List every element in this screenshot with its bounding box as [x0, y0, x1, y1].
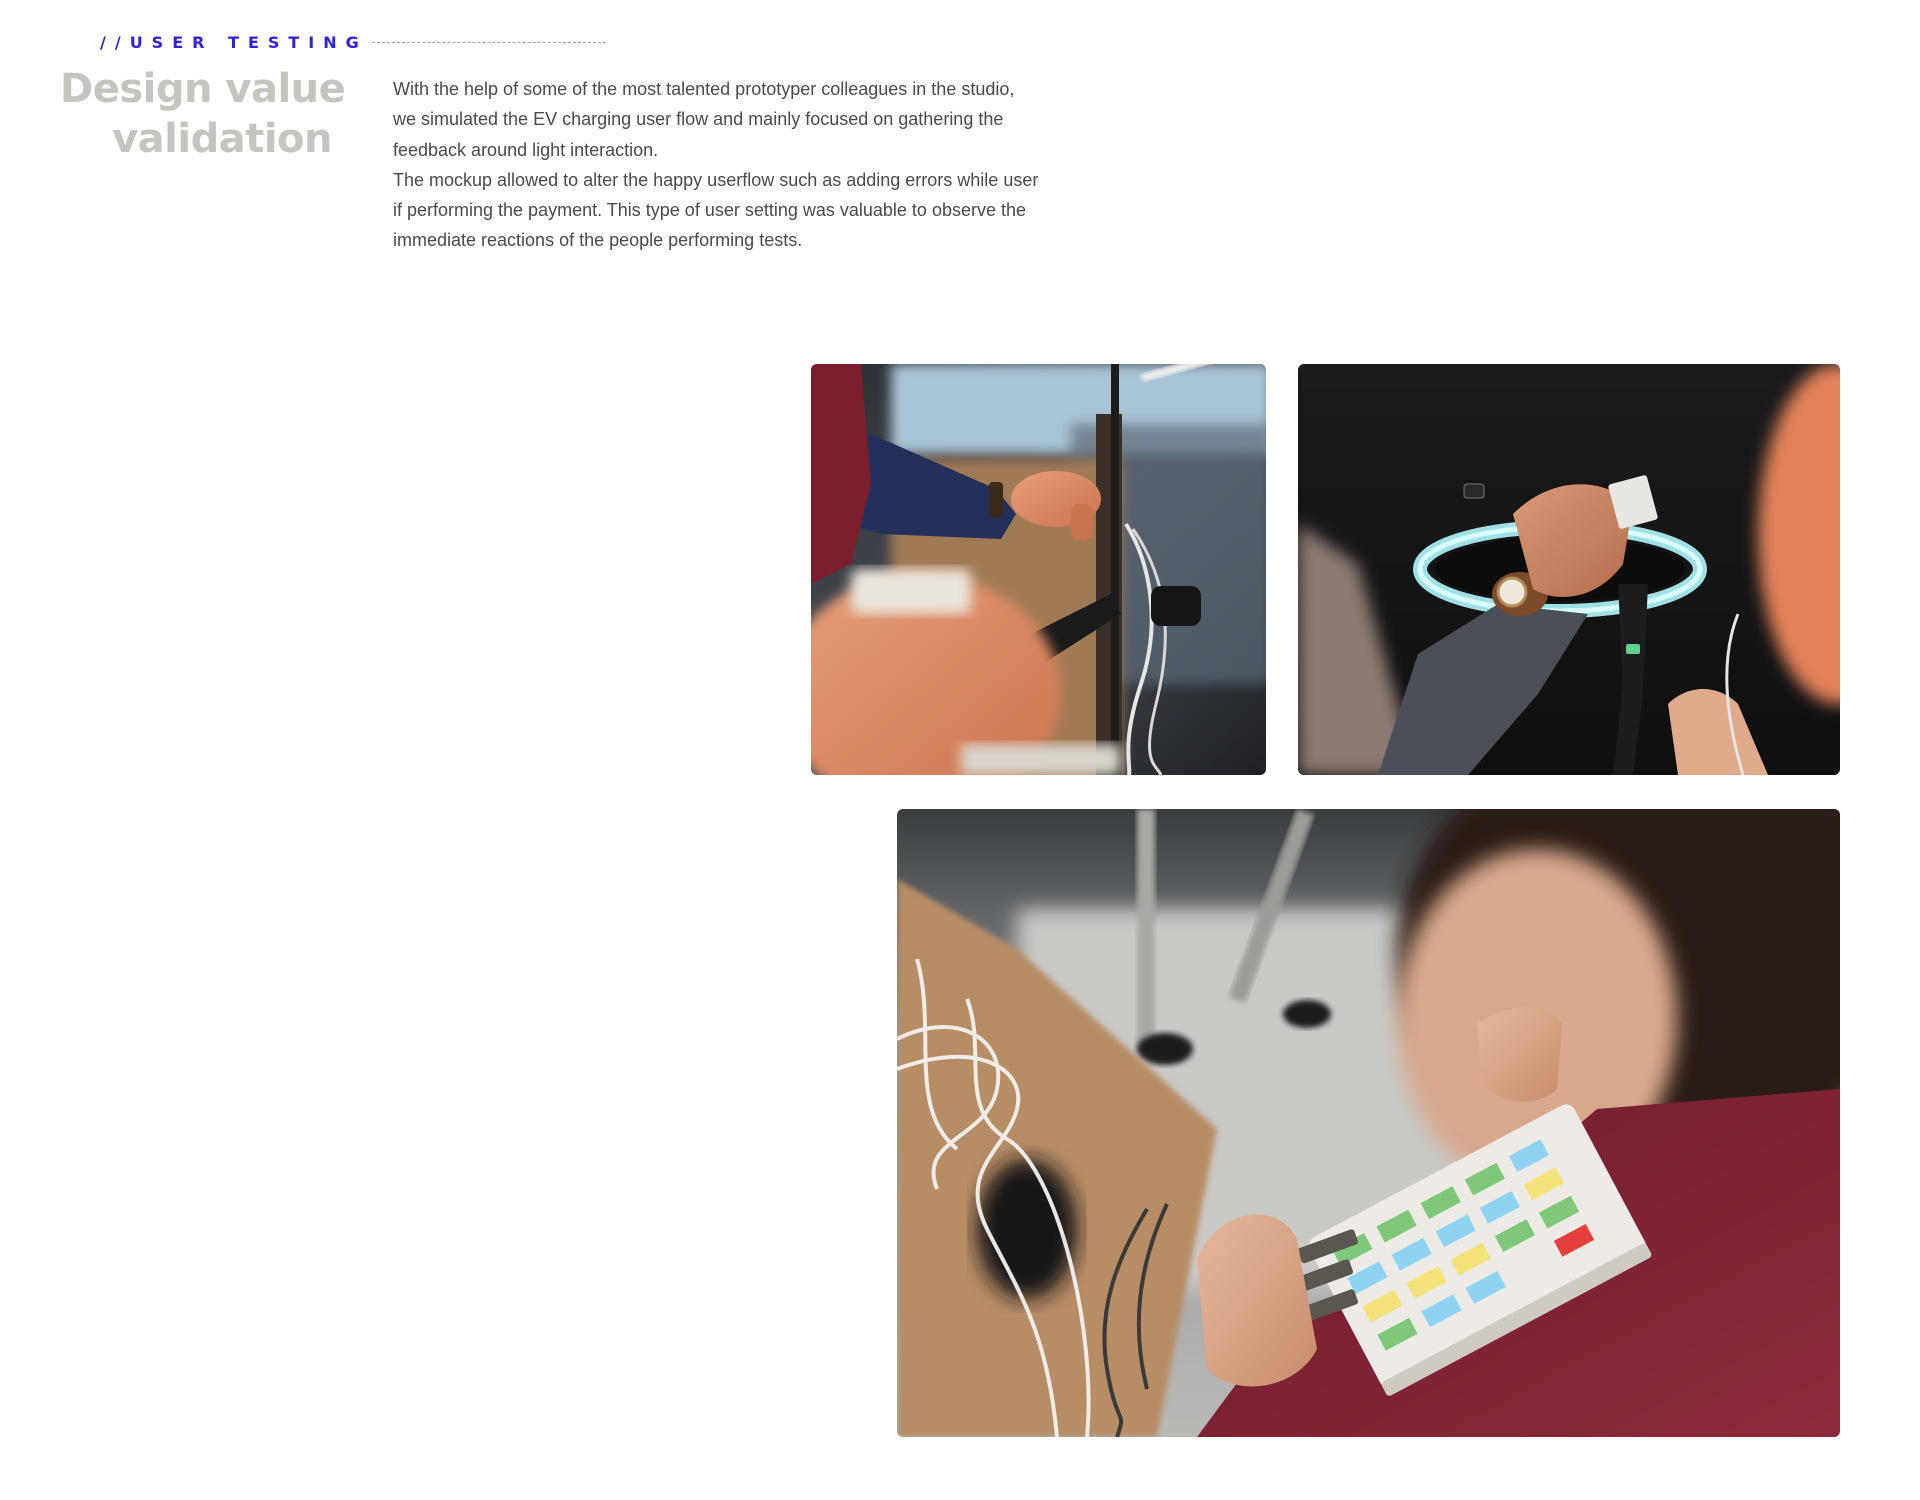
body-line: With the help of some of the most talent… [393, 79, 1015, 99]
body-line: feedback around light interaction. [393, 139, 659, 160]
photo-prototype-controller-illustration [897, 809, 1840, 1437]
photo-card-tap-illustration [1298, 364, 1840, 775]
body-line: The mockup allowed to alter the happy us… [393, 169, 1039, 190]
eyebrow-label: //USER TESTING [100, 33, 368, 52]
section-eyebrow: //USER TESTING [100, 33, 606, 52]
photo-card-tap [1298, 364, 1840, 775]
body-line: we simulated the EV charging user flow a… [393, 109, 1004, 130]
body-line: immediate reactions of the people perfor… [393, 230, 803, 251]
photo-charger-plug [811, 364, 1266, 775]
title-line-1: Design value [60, 66, 346, 112]
title-line-2: validation [112, 116, 332, 162]
photo-charger-plug-illustration [811, 364, 1266, 775]
photo-prototype-controller [897, 809, 1840, 1437]
body-paragraph: With the help of some of the most talent… [393, 74, 1073, 256]
section-title: Design value validation [60, 64, 346, 164]
dashed-divider [371, 42, 606, 43]
body-line: if performing the payment. This type of … [393, 200, 1027, 221]
